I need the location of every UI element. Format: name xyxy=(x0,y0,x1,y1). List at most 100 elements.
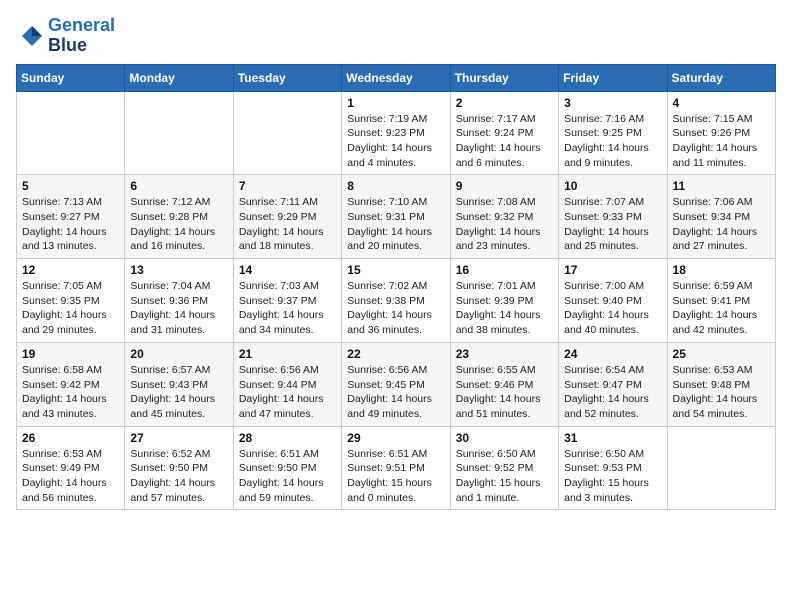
day-detail: Sunrise: 6:50 AM Sunset: 9:52 PM Dayligh… xyxy=(456,447,553,506)
calendar-cell: 16 Sunrise: 7:01 AM Sunset: 9:39 PM Dayli… xyxy=(450,259,558,343)
day-detail: Sunrise: 7:12 AM Sunset: 9:28 PM Dayligh… xyxy=(130,195,227,254)
calendar-row: 19 Sunrise: 6:58 AM Sunset: 9:42 PM Dayli… xyxy=(17,342,776,426)
calendar-cell: 12 Sunrise: 7:05 AM Sunset: 9:35 PM Dayli… xyxy=(17,259,125,343)
day-detail: Sunrise: 6:58 AM Sunset: 9:42 PM Dayligh… xyxy=(22,363,119,422)
calendar-cell: 19 Sunrise: 6:58 AM Sunset: 9:42 PM Dayli… xyxy=(17,342,125,426)
day-detail: Sunrise: 6:56 AM Sunset: 9:44 PM Dayligh… xyxy=(239,363,336,422)
calendar-table: SundayMondayTuesdayWednesdayThursdayFrid… xyxy=(16,64,776,511)
weekday-header: Tuesday xyxy=(233,64,341,91)
calendar-cell: 13 Sunrise: 7:04 AM Sunset: 9:36 PM Dayli… xyxy=(125,259,233,343)
calendar-cell xyxy=(233,91,341,175)
day-number: 15 xyxy=(347,263,444,277)
day-detail: Sunrise: 6:53 AM Sunset: 9:48 PM Dayligh… xyxy=(673,363,770,422)
day-detail: Sunrise: 7:02 AM Sunset: 9:38 PM Dayligh… xyxy=(347,279,444,338)
day-number: 20 xyxy=(130,347,227,361)
day-number: 27 xyxy=(130,431,227,445)
day-number: 3 xyxy=(564,96,661,110)
day-detail: Sunrise: 7:05 AM Sunset: 9:35 PM Dayligh… xyxy=(22,279,119,338)
day-number: 16 xyxy=(456,263,553,277)
day-number: 13 xyxy=(130,263,227,277)
day-detail: Sunrise: 7:17 AM Sunset: 9:24 PM Dayligh… xyxy=(456,112,553,171)
calendar-cell: 4 Sunrise: 7:15 AM Sunset: 9:26 PM Daylig… xyxy=(667,91,775,175)
day-number: 28 xyxy=(239,431,336,445)
day-number: 14 xyxy=(239,263,336,277)
day-number: 21 xyxy=(239,347,336,361)
calendar-cell xyxy=(125,91,233,175)
day-detail: Sunrise: 7:11 AM Sunset: 9:29 PM Dayligh… xyxy=(239,195,336,254)
calendar-cell: 7 Sunrise: 7:11 AM Sunset: 9:29 PM Daylig… xyxy=(233,175,341,259)
calendar-cell: 11Sunrise: 7:06 AM Sunset: 9:34 PM Dayli… xyxy=(667,175,775,259)
day-number: 1 xyxy=(347,96,444,110)
day-number: 7 xyxy=(239,179,336,193)
day-detail: Sunrise: 7:01 AM Sunset: 9:39 PM Dayligh… xyxy=(456,279,553,338)
calendar-cell: 28 Sunrise: 6:51 AM Sunset: 9:50 PM Dayli… xyxy=(233,426,341,510)
calendar-cell xyxy=(667,426,775,510)
calendar-cell: 29Sunrise: 6:51 AM Sunset: 9:51 PM Dayli… xyxy=(342,426,450,510)
logo: General Blue xyxy=(16,16,115,56)
calendar-row: 26Sunrise: 6:53 AM Sunset: 9:49 PM Dayli… xyxy=(17,426,776,510)
logo-icon xyxy=(16,22,44,50)
day-detail: Sunrise: 6:56 AM Sunset: 9:45 PM Dayligh… xyxy=(347,363,444,422)
day-number: 22 xyxy=(347,347,444,361)
weekday-header: Friday xyxy=(559,64,667,91)
day-detail: Sunrise: 6:59 AM Sunset: 9:41 PM Dayligh… xyxy=(673,279,770,338)
calendar-cell: 20 Sunrise: 6:57 AM Sunset: 9:43 PM Dayli… xyxy=(125,342,233,426)
day-number: 8 xyxy=(347,179,444,193)
day-detail: Sunrise: 6:50 AM Sunset: 9:53 PM Dayligh… xyxy=(564,447,661,506)
day-number: 24 xyxy=(564,347,661,361)
day-detail: Sunrise: 7:03 AM Sunset: 9:37 PM Dayligh… xyxy=(239,279,336,338)
day-number: 17 xyxy=(564,263,661,277)
calendar-cell: 30 Sunrise: 6:50 AM Sunset: 9:52 PM Dayli… xyxy=(450,426,558,510)
calendar-cell: 5 Sunrise: 7:13 AM Sunset: 9:27 PM Daylig… xyxy=(17,175,125,259)
calendar-cell: 1 Sunrise: 7:19 AM Sunset: 9:23 PM Daylig… xyxy=(342,91,450,175)
day-number: 19 xyxy=(22,347,119,361)
calendar-cell: 23Sunrise: 6:55 AM Sunset: 9:46 PM Dayli… xyxy=(450,342,558,426)
day-detail: Sunrise: 6:54 AM Sunset: 9:47 PM Dayligh… xyxy=(564,363,661,422)
calendar-cell: 31 Sunrise: 6:50 AM Sunset: 9:53 PM Dayli… xyxy=(559,426,667,510)
day-number: 26 xyxy=(22,431,119,445)
day-detail: Sunrise: 7:13 AM Sunset: 9:27 PM Dayligh… xyxy=(22,195,119,254)
calendar-cell: 27 Sunrise: 6:52 AM Sunset: 9:50 PM Dayli… xyxy=(125,426,233,510)
day-detail: Sunrise: 6:51 AM Sunset: 9:50 PM Dayligh… xyxy=(239,447,336,506)
weekday-header: Thursday xyxy=(450,64,558,91)
day-detail: Sunrise: 7:15 AM Sunset: 9:26 PM Dayligh… xyxy=(673,112,770,171)
day-detail: Sunrise: 6:52 AM Sunset: 9:50 PM Dayligh… xyxy=(130,447,227,506)
day-number: 4 xyxy=(673,96,770,110)
day-number: 25 xyxy=(673,347,770,361)
logo-text: General Blue xyxy=(48,16,115,56)
calendar-row: 5 Sunrise: 7:13 AM Sunset: 9:27 PM Daylig… xyxy=(17,175,776,259)
calendar-cell: 26Sunrise: 6:53 AM Sunset: 9:49 PM Dayli… xyxy=(17,426,125,510)
calendar-cell: 14 Sunrise: 7:03 AM Sunset: 9:37 PM Dayli… xyxy=(233,259,341,343)
weekday-header: Sunday xyxy=(17,64,125,91)
day-number: 11 xyxy=(673,179,770,193)
calendar-cell: 17Sunrise: 7:00 AM Sunset: 9:40 PM Dayli… xyxy=(559,259,667,343)
calendar-row: 1 Sunrise: 7:19 AM Sunset: 9:23 PM Daylig… xyxy=(17,91,776,175)
day-number: 6 xyxy=(130,179,227,193)
calendar-cell: 8Sunrise: 7:10 AM Sunset: 9:31 PM Daylig… xyxy=(342,175,450,259)
day-detail: Sunrise: 7:08 AM Sunset: 9:32 PM Dayligh… xyxy=(456,195,553,254)
weekday-header: Saturday xyxy=(667,64,775,91)
calendar-row: 12 Sunrise: 7:05 AM Sunset: 9:35 PM Dayli… xyxy=(17,259,776,343)
day-number: 23 xyxy=(456,347,553,361)
calendar-cell: 24 Sunrise: 6:54 AM Sunset: 9:47 PM Dayli… xyxy=(559,342,667,426)
header: General Blue xyxy=(16,16,776,56)
day-detail: Sunrise: 7:16 AM Sunset: 9:25 PM Dayligh… xyxy=(564,112,661,171)
day-detail: Sunrise: 6:57 AM Sunset: 9:43 PM Dayligh… xyxy=(130,363,227,422)
day-detail: Sunrise: 7:04 AM Sunset: 9:36 PM Dayligh… xyxy=(130,279,227,338)
calendar-cell: 18 Sunrise: 6:59 AM Sunset: 9:41 PM Dayli… xyxy=(667,259,775,343)
day-number: 30 xyxy=(456,431,553,445)
calendar-cell: 25 Sunrise: 6:53 AM Sunset: 9:48 PM Dayli… xyxy=(667,342,775,426)
day-number: 18 xyxy=(673,263,770,277)
calendar-header: SundayMondayTuesdayWednesdayThursdayFrid… xyxy=(17,64,776,91)
calendar-cell: 22 Sunrise: 6:56 AM Sunset: 9:45 PM Dayli… xyxy=(342,342,450,426)
day-number: 29 xyxy=(347,431,444,445)
day-number: 31 xyxy=(564,431,661,445)
day-detail: Sunrise: 7:19 AM Sunset: 9:23 PM Dayligh… xyxy=(347,112,444,171)
day-number: 12 xyxy=(22,263,119,277)
day-number: 5 xyxy=(22,179,119,193)
day-detail: Sunrise: 7:07 AM Sunset: 9:33 PM Dayligh… xyxy=(564,195,661,254)
calendar-cell: 10 Sunrise: 7:07 AM Sunset: 9:33 PM Dayli… xyxy=(559,175,667,259)
day-number: 10 xyxy=(564,179,661,193)
day-number: 2 xyxy=(456,96,553,110)
weekday-header: Wednesday xyxy=(342,64,450,91)
